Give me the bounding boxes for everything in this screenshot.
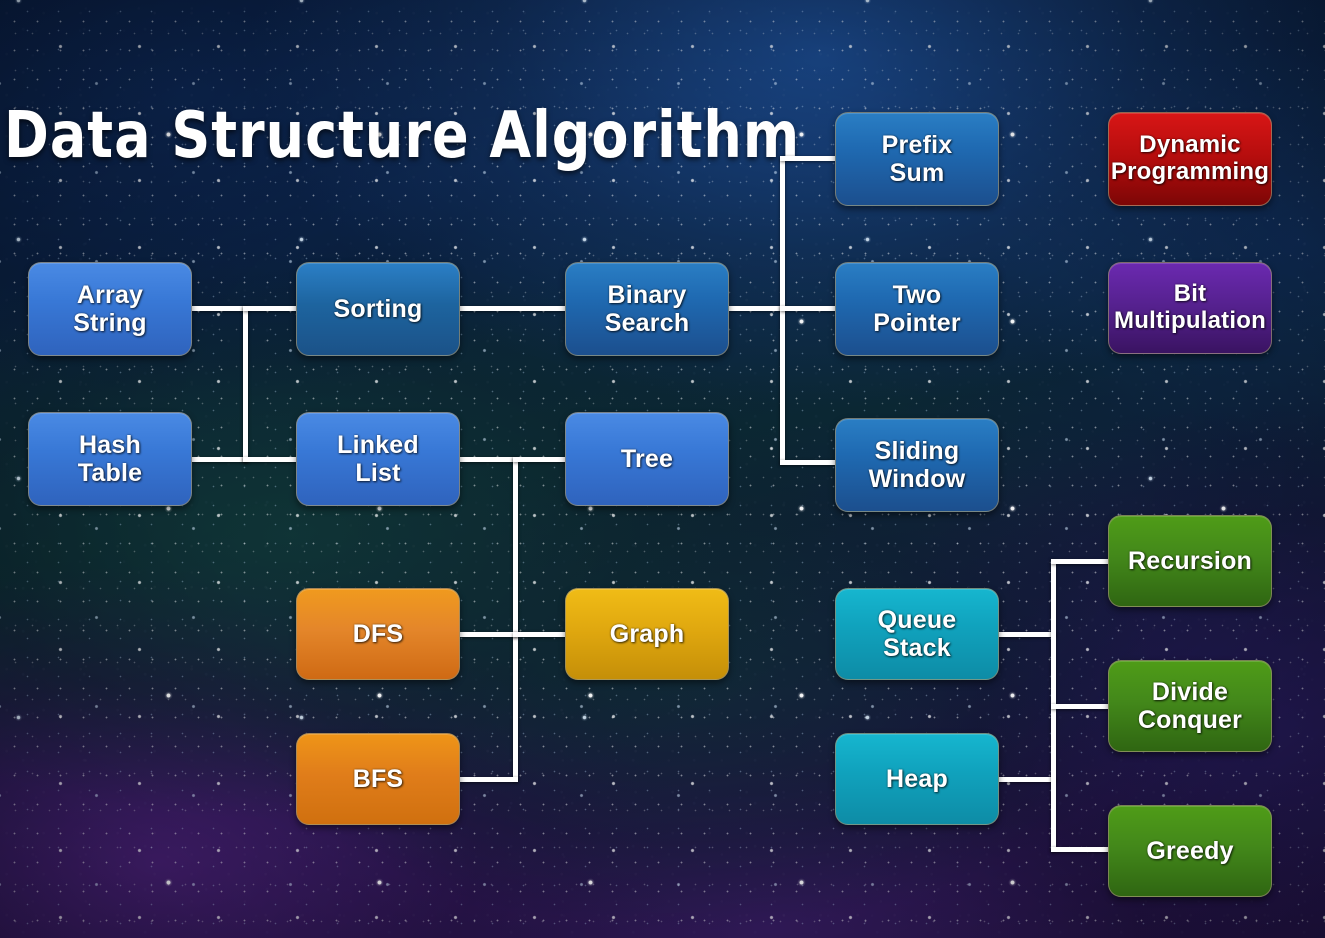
connector-spine-a-to-linkedlist xyxy=(243,457,299,462)
connector-linkedlist-to-spine-b xyxy=(460,457,518,462)
node-label: Tree xyxy=(620,445,674,473)
node-divide-conquer[interactable]: Divide Conquer xyxy=(1108,660,1272,752)
slide-canvas: Data Structure Algorithm Array String Has… xyxy=(0,0,1325,938)
node-label: Binary Search xyxy=(604,281,690,337)
node-tree[interactable]: Tree xyxy=(565,412,729,506)
node-sliding-window[interactable]: Sliding Window xyxy=(835,418,999,512)
connector-spine-b xyxy=(513,457,518,781)
connector-spine-c-to-twopointer xyxy=(780,306,838,311)
node-binary-search[interactable]: Binary Search xyxy=(565,262,729,356)
connector-binary-to-spine-c xyxy=(729,306,785,311)
node-linked-list[interactable]: Linked List xyxy=(296,412,460,506)
connector-heap-to-spine-d xyxy=(998,777,1056,782)
node-label: Two Pointer xyxy=(873,281,961,337)
node-label: Bit Multipulation xyxy=(1114,280,1266,334)
connector-hash-to-spine-a xyxy=(192,457,248,462)
node-two-pointer[interactable]: Two Pointer xyxy=(835,262,999,356)
node-label: Dynamic Programming xyxy=(1110,131,1270,185)
node-sorting[interactable]: Sorting xyxy=(296,262,460,356)
node-label: Array String xyxy=(73,281,147,337)
node-label: Sorting xyxy=(333,295,423,323)
connector-dfs-to-spine-b xyxy=(460,632,518,637)
node-label: Recursion xyxy=(1127,547,1253,575)
node-bfs[interactable]: BFS xyxy=(296,733,460,825)
connector-array-to-spine-a xyxy=(192,306,248,311)
connector-spine-b-to-tree xyxy=(513,457,568,462)
node-label: Linked List xyxy=(337,431,419,487)
node-label: Prefix Sum xyxy=(881,131,953,187)
node-label: Hash Table xyxy=(77,431,143,487)
node-array-string[interactable]: Array String xyxy=(28,262,192,356)
connector-queue-to-spine-d xyxy=(998,632,1056,637)
node-greedy[interactable]: Greedy xyxy=(1108,805,1272,897)
node-dfs[interactable]: DFS xyxy=(296,588,460,680)
connector-spine-b-to-graph xyxy=(513,632,568,637)
connector-spine-d-to-greedy xyxy=(1051,847,1111,852)
connector-spine-c-to-sliding xyxy=(780,460,838,465)
connector-spine-c-to-prefix xyxy=(780,156,838,161)
node-label: Sliding Window xyxy=(868,437,966,493)
node-label: BFS xyxy=(352,765,404,793)
node-label: Greedy xyxy=(1146,837,1234,865)
connector-spine-a-to-sorting xyxy=(243,306,299,311)
node-label: Queue Stack xyxy=(877,606,957,662)
node-recursion[interactable]: Recursion xyxy=(1108,515,1272,607)
node-label: Divide Conquer xyxy=(1137,678,1243,734)
node-label: Graph xyxy=(609,620,685,648)
node-queue-stack[interactable]: Queue Stack xyxy=(835,588,999,680)
node-heap[interactable]: Heap xyxy=(835,733,999,825)
connector-sorting-to-binary xyxy=(460,306,568,311)
node-label: Heap xyxy=(886,765,948,793)
node-prefix-sum[interactable]: Prefix Sum xyxy=(835,112,999,206)
connector-spine-d-to-divide xyxy=(1051,704,1111,709)
node-graph[interactable]: Graph xyxy=(565,588,729,680)
node-label: DFS xyxy=(352,620,404,648)
node-dynamic-programming[interactable]: Dynamic Programming xyxy=(1108,112,1272,206)
connector-spine-a xyxy=(243,306,248,462)
node-bit-multipulation[interactable]: Bit Multipulation xyxy=(1108,262,1272,354)
connector-bfs-to-spine-b xyxy=(460,777,518,782)
node-hash-table[interactable]: Hash Table xyxy=(28,412,192,506)
connector-spine-d-to-recursion xyxy=(1051,559,1111,564)
